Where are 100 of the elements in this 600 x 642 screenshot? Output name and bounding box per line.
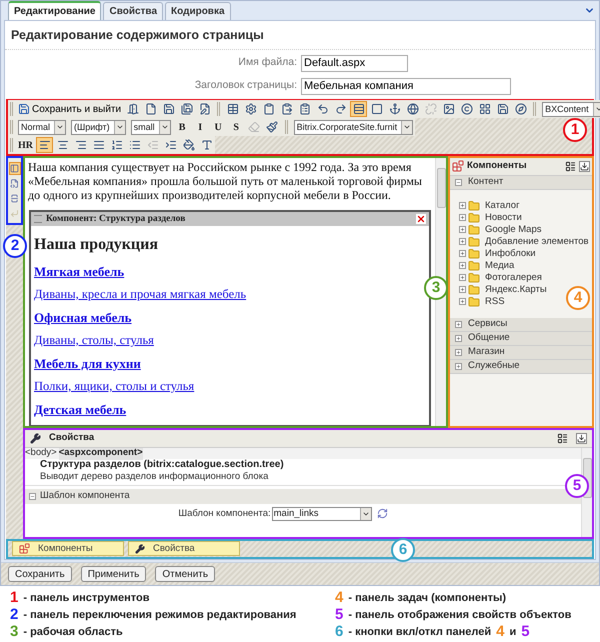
return-icon — [10, 208, 19, 218]
style-select[interactable]: small — [130, 120, 171, 135]
expand-icon[interactable] — [459, 274, 466, 282]
paste-icon — [280, 103, 293, 116]
text-field[interactable]: Мебельная компания — [301, 78, 511, 95]
align-justify-icon — [92, 139, 104, 152]
body-paragraph: Наша компания существует на Российском рынке с 1992 года. За это время «Мебельная компания» прошла большой путь от маленькой торговой фирмы до одного из крупнейших производителей корпусной мебели в России. — [28, 160, 423, 202]
tree-item[interactable]: Яндекс.Карты — [485, 282, 547, 297]
legend-text: - рабочая область — [23, 625, 123, 640]
list-menu-icon[interactable] — [557, 432, 568, 444]
panel-title: Компоненты — [467, 159, 528, 174]
new-page-icon — [144, 103, 157, 116]
section-link[interactable]: Детская мебель — [34, 400, 126, 419]
indent-icon — [164, 139, 176, 152]
section-link[interactable]: Диваны, столы, стулья — [34, 330, 154, 350]
group-header[interactable]: Общение — [450, 332, 592, 346]
tree-item[interactable]: Каталог — [485, 198, 520, 213]
panel-toggle-button[interactable]: Свойства — [128, 541, 240, 556]
expand-icon — [455, 362, 462, 370]
expand-icon[interactable] — [459, 214, 466, 222]
format-button[interactable]: S — [228, 119, 245, 136]
section-link[interactable]: Полки, ящики, столы и стулья — [34, 376, 194, 396]
legend-text: - панель задач (компоненты) — [348, 591, 506, 606]
footer-button[interactable]: Сохранить — [8, 566, 72, 582]
toolbar-button[interactable] — [350, 101, 368, 118]
number-badge: 3 — [424, 276, 448, 300]
list-menu-icon[interactable] — [565, 160, 576, 172]
download-icon[interactable] — [579, 160, 590, 172]
expand-icon[interactable] — [459, 226, 466, 234]
wrench-icon — [135, 544, 145, 554]
text-field[interactable]: Default.aspx — [301, 54, 408, 72]
style-select[interactable]: (Шрифт) — [71, 120, 126, 135]
numbered-list-icon — [110, 139, 122, 152]
brush-icon — [266, 121, 278, 134]
tab[interactable]: Кодировка — [165, 2, 231, 20]
group-header[interactable]: Сервисы — [450, 318, 592, 332]
page-properties-icon — [198, 103, 211, 116]
footer-button[interactable]: Отменить — [155, 566, 216, 582]
legend-text: - панель переключения режимов редактирования — [23, 608, 296, 624]
section-heading: Наша продукция — [34, 234, 160, 255]
expand-icon[interactable] — [459, 250, 466, 258]
save-icon — [18, 103, 30, 116]
tab[interactable]: Редактирование — [8, 1, 102, 20]
paste-list-icon — [298, 103, 311, 116]
style-select[interactable]: Bitrix.CorporateSite.furnit — [294, 120, 414, 135]
folder-icon — [468, 272, 480, 284]
tab[interactable]: Свойства — [103, 2, 164, 20]
mode-button[interactable] — [8, 176, 20, 190]
close-icon[interactable] — [416, 214, 426, 224]
section-link[interactable]: Мягкая мебель — [34, 262, 124, 281]
format-button[interactable]: HR — [16, 137, 35, 154]
panel-toggle-button[interactable]: Компоненты — [12, 541, 124, 556]
collapse-icon — [29, 492, 36, 500]
expand-icon[interactable] — [459, 238, 466, 246]
legend-text: и — [509, 625, 516, 640]
expand-icon[interactable] — [459, 298, 466, 306]
component-title: Компонент: Структура разделов — [46, 212, 186, 226]
expand-icon[interactable] — [459, 202, 466, 210]
toolbar-button[interactable] — [36, 137, 53, 154]
save-and-exit-button[interactable]: Сохранить и выйти — [16, 101, 124, 118]
tree-item[interactable]: Фотогалерея — [485, 270, 542, 285]
settings-icon — [244, 103, 257, 116]
group-header[interactable]: Магазин — [450, 346, 592, 360]
expand-icon[interactable] — [459, 286, 466, 294]
section-link[interactable]: Диваны, кресла и прочая мягкая мебель — [34, 284, 246, 304]
page-title: Редактирование содержимого страницы — [5, 21, 595, 50]
section-link[interactable]: Мебель для кухни — [34, 354, 141, 373]
compass-icon — [514, 103, 527, 116]
section-link[interactable]: Офисная мебель — [34, 308, 132, 327]
breadcrumb-item[interactable]: <body> — [25, 448, 57, 460]
style-select[interactable]: Normal — [18, 120, 66, 135]
tree-item[interactable]: Инфоблоки — [485, 246, 536, 261]
group-header[interactable]: Служебные — [450, 360, 592, 374]
legend-text: - панель отображения свойств объектов — [348, 608, 572, 624]
format-button[interactable]: B — [174, 119, 191, 136]
tree-item[interactable]: RSS — [485, 294, 505, 309]
tree-item[interactable]: Google Maps — [485, 222, 542, 237]
undo-icon — [316, 103, 329, 116]
format-button[interactable]: I — [192, 119, 209, 136]
field-label: Заголовок страницы: — [194, 78, 298, 94]
style-select[interactable]: BXContent — [542, 102, 600, 117]
download-icon[interactable] — [576, 432, 587, 444]
tree-item[interactable]: Добавление элементов — [485, 234, 589, 249]
folder-icon — [468, 284, 480, 296]
rows-icon — [352, 103, 365, 116]
tree-item[interactable]: Новости — [485, 210, 522, 225]
font-icon — [200, 139, 212, 152]
expand-icon[interactable] — [459, 262, 466, 270]
mode-button[interactable] — [8, 162, 20, 175]
template-select[interactable]: main_links — [272, 506, 372, 521]
folder-icon — [468, 296, 480, 308]
paint-bucket-icon — [182, 139, 194, 152]
code-view-icon — [10, 178, 19, 188]
group-header[interactable]: Контент — [450, 176, 592, 190]
tree-item[interactable]: Медиа — [485, 258, 514, 273]
save-icon — [496, 103, 509, 116]
refresh-icon[interactable] — [376, 508, 388, 520]
breadcrumb-item[interactable]: <aspxcomponent> — [58, 448, 143, 460]
format-button[interactable]: U — [210, 119, 227, 136]
footer-button[interactable]: Применить — [80, 566, 146, 582]
